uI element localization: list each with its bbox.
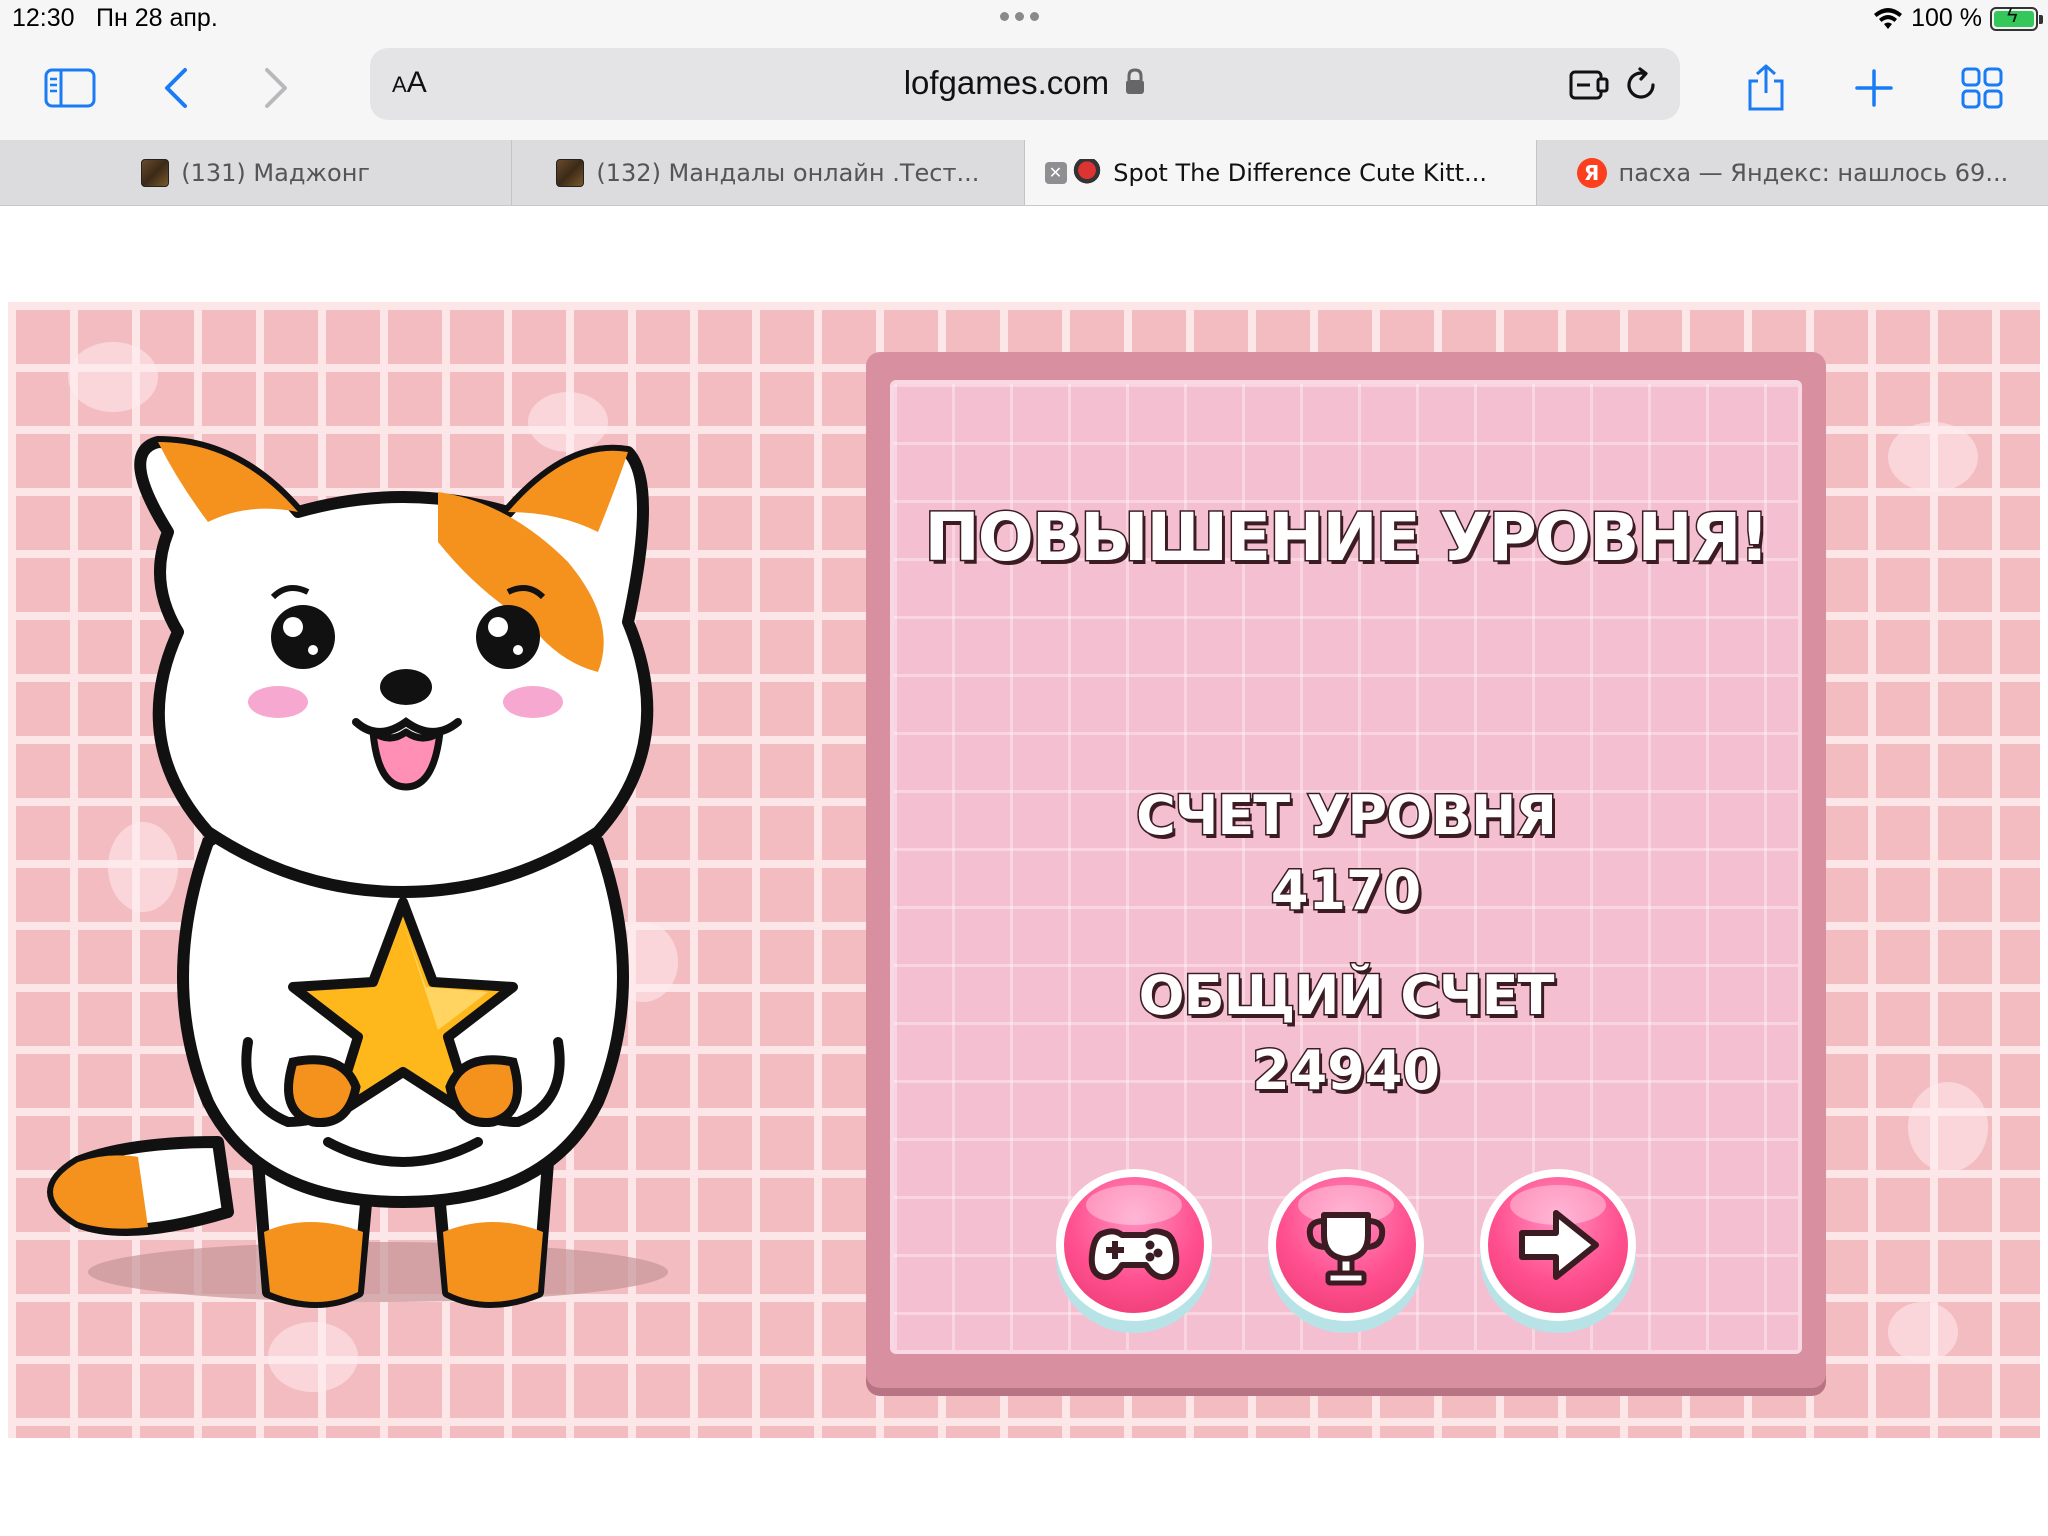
sidebar-icon — [44, 68, 96, 108]
browser-toolbar: AA lofgames.com — [0, 40, 2048, 140]
total-score-value: 24940 — [1251, 1038, 1442, 1104]
share-icon — [1748, 64, 1784, 111]
tab-spot-the-difference[interactable]: ✕ Spot The Difference Cute Kitt... — [1024, 140, 1537, 205]
tab-label: пасха — Яндекс: нашлось 69... — [1618, 158, 2009, 187]
leaderboard-button[interactable] — [1268, 1169, 1424, 1333]
status-right: 100 % ϟ — [1873, 4, 2043, 33]
tab-label: (131) Маджонг — [181, 158, 371, 187]
battery-icon: ϟ — [1990, 5, 2043, 31]
address-bar[interactable]: AA lofgames.com — [370, 48, 1680, 120]
extensions-button[interactable] — [1566, 62, 1612, 108]
level-up-panel: ПОВЫШЕНИЕ УРОВНЯ! СЧЕТ УРОВНЯ 4170 ОБЩИЙ… — [866, 352, 1826, 1388]
tab-mandalas[interactable]: (132) Мандалы онлайн .Тест... — [512, 140, 1025, 205]
reload-icon — [1627, 67, 1655, 99]
plus-icon — [1855, 69, 1893, 107]
grid-icon — [1961, 67, 2003, 109]
tab-close-button[interactable]: ✕ — [1044, 162, 1067, 184]
cat-favicon — [1073, 158, 1102, 187]
url-text: lofgames.com — [903, 64, 1110, 101]
status-date: Пн 28 апр. — [96, 4, 218, 32]
gamepad-icon — [1088, 1228, 1180, 1281]
total-score-label: ОБЩИЙ СЧЕТ — [1137, 963, 1556, 1029]
forward-button[interactable] — [246, 60, 306, 116]
mahjong-favicon — [556, 158, 585, 187]
battery-percent: 100 % — [1911, 4, 1982, 32]
status-time: 12:30 — [12, 4, 75, 32]
extension-icon — [1569, 70, 1609, 100]
multitasking-dots[interactable] — [1000, 12, 1039, 21]
level-up-title: ПОВЫШЕНИЕ УРОВНЯ! — [923, 498, 1771, 578]
chevron-right-icon — [265, 68, 287, 108]
sidebar-toggle-button[interactable] — [40, 60, 100, 116]
trophy-icon — [1306, 1212, 1386, 1286]
level-score-label: СЧЕТ УРОВНЯ — [1135, 783, 1559, 849]
new-tab-button[interactable] — [1844, 60, 1904, 116]
back-button[interactable] — [146, 60, 206, 116]
tab-yandex[interactable]: Я пасха — Яндекс: нашлось 69... — [1537, 140, 2048, 205]
next-level-button[interactable] — [1480, 1169, 1636, 1333]
status-bar: 12:30 Пн 28 апр. 100 % ϟ — [0, 0, 2048, 40]
wifi-icon — [1874, 7, 1903, 29]
tab-label: (132) Мандалы онлайн .Тест... — [596, 158, 980, 187]
arrow-right-icon — [1519, 1210, 1599, 1280]
lock-icon — [1126, 68, 1145, 94]
more-games-button[interactable] — [1056, 1169, 1212, 1333]
game-canvas[interactable]: ПОВЫШЕНИЕ УРОВНЯ! СЧЕТ УРОВНЯ 4170 ОБЩИЙ… — [8, 302, 2040, 1438]
level-score-value: 4170 — [1269, 858, 1422, 924]
mahjong-favicon — [141, 158, 170, 187]
reload-button[interactable] — [1618, 62, 1664, 108]
panel-inner: ПОВЫШЕНИЕ УРОВНЯ! СЧЕТ УРОВНЯ 4170 ОБЩИЙ… — [890, 380, 1802, 1354]
chevron-left-icon — [165, 68, 187, 108]
tab-mahjong[interactable]: (131) Маджонг — [0, 140, 513, 205]
tab-label: Spot The Difference Cute Kitt... — [1113, 158, 1487, 187]
url-display[interactable]: lofgames.com — [370, 64, 1680, 102]
tab-overview-button[interactable] — [1952, 60, 2012, 116]
share-button[interactable] — [1736, 60, 1796, 116]
yandex-favicon: Я — [1576, 157, 1607, 188]
cat-illustration — [47, 436, 668, 1308]
tab-bar: (131) Маджонг (132) Мандалы онлайн .Тест… — [0, 140, 2048, 206]
